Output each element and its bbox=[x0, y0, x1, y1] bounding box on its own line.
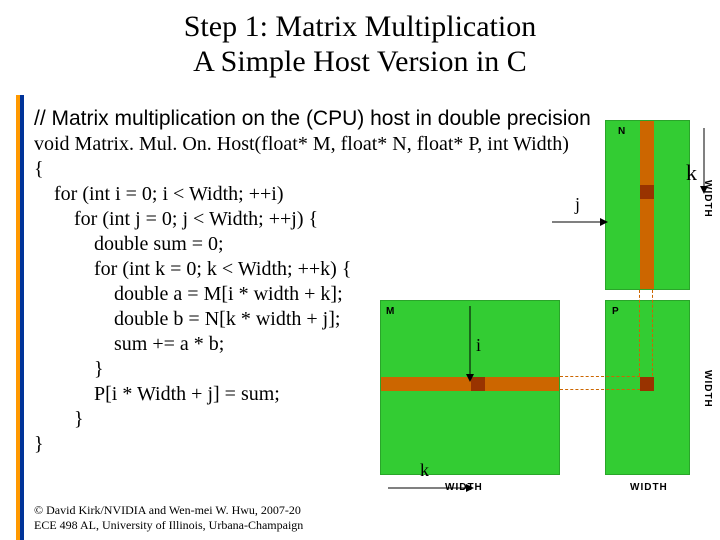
matrix-N bbox=[605, 120, 690, 290]
guide-m-to-p bbox=[560, 376, 640, 390]
slide-title: Step 1: Matrix Multiplication A Simple H… bbox=[0, 0, 720, 79]
width-P-bottom: WIDTH bbox=[630, 482, 668, 493]
label-k-bot: k bbox=[420, 460, 429, 481]
guide-n-to-p bbox=[639, 290, 653, 376]
n-active-cell bbox=[640, 185, 654, 199]
n-column-stripe bbox=[640, 121, 654, 289]
width-P-right: WIDTH bbox=[702, 370, 713, 408]
width-N-right: WIDTH bbox=[702, 180, 713, 218]
label-i: i bbox=[476, 335, 481, 356]
label-M: M bbox=[386, 306, 394, 317]
title-line-2: A Simple Host Version in C bbox=[0, 45, 720, 80]
title-line-1: Step 1: Matrix Multiplication bbox=[0, 10, 720, 45]
footer-line-2: ECE 498 AL, University of Illinois, Urba… bbox=[34, 518, 303, 532]
footer-line-1: © David Kirk/NVIDIA and Wen-mei W. Hwu, … bbox=[34, 503, 303, 517]
matrix-diagram: N M P j k i k WIDTH WIDTH WIDTH bbox=[380, 110, 720, 530]
slide: Step 1: Matrix Multiplication A Simple H… bbox=[0, 0, 720, 540]
footer: © David Kirk/NVIDIA and Wen-mei W. Hwu, … bbox=[34, 503, 303, 532]
label-k-top: k bbox=[686, 160, 697, 186]
label-N: N bbox=[618, 126, 625, 137]
arrow-j bbox=[550, 212, 610, 232]
p-result-cell bbox=[640, 377, 654, 391]
label-j: j bbox=[575, 194, 580, 215]
accent-bar bbox=[16, 95, 24, 540]
label-P: P bbox=[612, 306, 619, 317]
width-M-bottom: WIDTH bbox=[445, 482, 483, 493]
